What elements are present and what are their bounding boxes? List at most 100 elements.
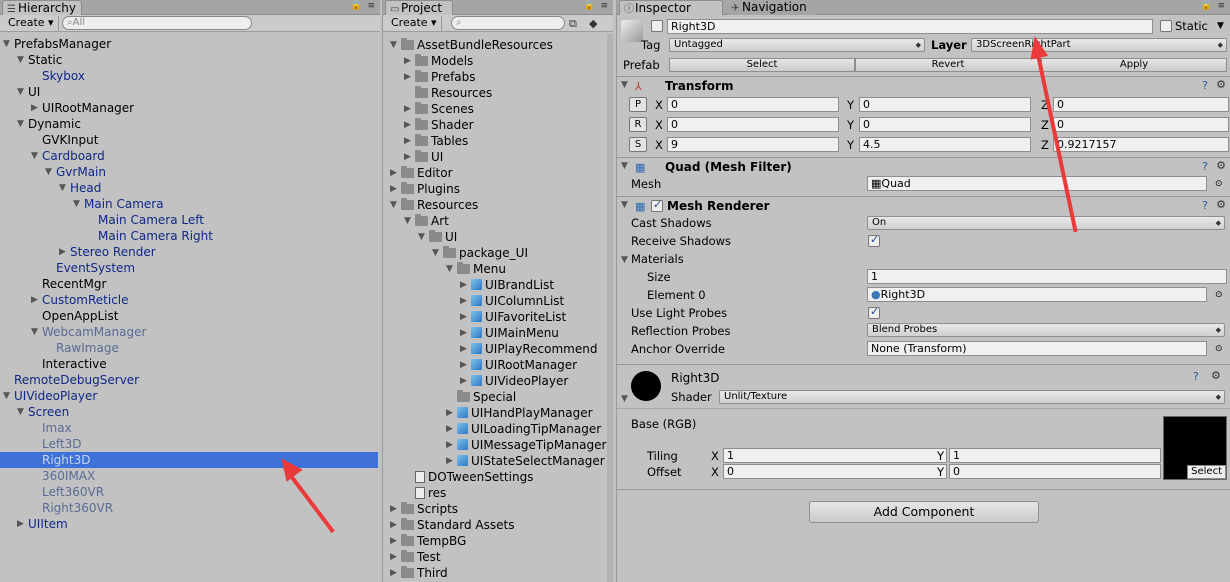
hierarchy-item[interactable]: ▼ Main Camera <box>73 196 164 212</box>
texture-slot[interactable]: Select <box>1163 416 1227 480</box>
foldout-icon[interactable]: ▼ <box>621 200 628 210</box>
project-item[interactable]: DOTweenSettings <box>415 469 533 485</box>
hierarchy-item[interactable]: Main Camera Right <box>98 228 213 244</box>
help-icon[interactable]: ? <box>1202 160 1208 173</box>
project-item[interactable]: ▶ Plugins <box>390 181 460 197</box>
hierarchy-item[interactable]: ▶ UIItem <box>17 516 68 532</box>
foldout-icon[interactable]: ▼ <box>621 80 628 90</box>
offset-y-field[interactable]: 0 <box>949 464 1161 479</box>
project-item[interactable]: ▶ Test <box>390 549 441 565</box>
expanded-arrow-icon[interactable]: ▼ <box>3 388 10 404</box>
project-item[interactable]: ▶ UIRootManager <box>460 357 577 373</box>
collapsed-arrow-icon[interactable]: ▶ <box>460 293 467 309</box>
help-icon[interactable]: ? <box>1202 79 1208 92</box>
hierarchy-item[interactable]: ▼ Dynamic <box>17 116 81 132</box>
hierarchy-item[interactable]: OpenAppList <box>42 308 118 324</box>
hierarchy-item[interactable]: ▶ Stereo Render <box>59 244 156 260</box>
collapsed-arrow-icon[interactable]: ▶ <box>390 549 397 565</box>
materials-foldout-icon[interactable]: ▼ <box>621 255 628 265</box>
expanded-arrow-icon[interactable]: ▼ <box>3 36 10 52</box>
search-input[interactable]: ⌕All <box>62 16 252 30</box>
expanded-arrow-icon[interactable]: ▼ <box>17 84 24 100</box>
object-picker-icon[interactable]: ⊙ <box>1215 177 1223 191</box>
anchor-override-field[interactable]: None (Transform) <box>867 341 1207 356</box>
hierarchy-item[interactable]: RawImage <box>56 340 119 356</box>
collapsed-arrow-icon[interactable]: ▶ <box>404 117 411 133</box>
receive-shadows-checkbox[interactable] <box>868 233 880 247</box>
rotation-y-field[interactable]: 0 <box>859 117 1031 132</box>
expanded-arrow-icon[interactable]: ▼ <box>17 52 24 68</box>
collapsed-arrow-icon[interactable]: ▶ <box>460 373 467 389</box>
hierarchy-item[interactable]: Main Camera Left <box>98 212 204 228</box>
collapsed-arrow-icon[interactable]: ▶ <box>31 100 38 116</box>
project-item[interactable]: ▶ Standard Assets <box>390 517 514 533</box>
menu-icon[interactable]: ≡ <box>600 1 608 11</box>
position-z-field[interactable]: 0 <box>1053 97 1229 112</box>
expanded-arrow-icon[interactable]: ▼ <box>446 261 453 277</box>
project-item[interactable]: ▶ Third <box>390 565 448 581</box>
hierarchy-item[interactable]: ▼ PrefabsManager <box>3 36 111 52</box>
collapsed-arrow-icon[interactable]: ▶ <box>404 133 411 149</box>
hierarchy-item[interactable]: ▼ Screen <box>17 404 69 420</box>
object-picker-icon[interactable]: ⊙ <box>1215 342 1223 356</box>
project-item[interactable]: ▶ UIVideoPlayer <box>460 373 568 389</box>
foldout-icon[interactable]: ▼ <box>621 161 628 171</box>
scale-z-field[interactable]: 0.9217157 <box>1053 137 1229 152</box>
prefab-select-button[interactable]: Select <box>669 58 855 72</box>
scale-x-field[interactable]: 9 <box>667 137 839 152</box>
tiling-x-field[interactable]: 1 <box>723 448 947 463</box>
lock-icon[interactable]: 🔒 <box>351 1 362 11</box>
project-item[interactable]: ▼ Menu <box>446 261 506 277</box>
project-item[interactable]: ▶ UILoadingTipManager <box>446 421 601 437</box>
tab-project[interactable]: ▭ Project <box>385 0 453 15</box>
light-probes-checkbox[interactable] <box>868 305 880 319</box>
hierarchy-item[interactable]: Left360VR <box>42 484 104 500</box>
collapsed-arrow-icon[interactable]: ▶ <box>390 565 397 581</box>
collapsed-arrow-icon[interactable]: ▶ <box>404 69 411 85</box>
project-item[interactable]: ▶ Models <box>404 53 473 69</box>
hierarchy-item[interactable]: ▼ Cardboard <box>31 148 105 164</box>
expanded-arrow-icon[interactable]: ▼ <box>418 229 425 245</box>
collapsed-arrow-icon[interactable]: ▶ <box>460 341 467 357</box>
project-item[interactable]: ▶ UIPlayRecommend <box>460 341 597 357</box>
rotation-x-field[interactable]: 0 <box>667 117 839 132</box>
search-input[interactable]: ⌕ <box>451 16 565 30</box>
project-item[interactable]: ▶ UIMainMenu <box>460 325 559 341</box>
static-checkbox[interactable] <box>1160 20 1172 32</box>
hierarchy-item[interactable]: RemoteDebugServer <box>14 372 139 388</box>
rotation-z-field[interactable]: 0 <box>1053 117 1229 132</box>
project-item[interactable]: ▶ UIMessageTipManager <box>446 437 606 453</box>
project-item[interactable]: ▶ TempBG <box>390 533 466 549</box>
hierarchy-item[interactable]: ▼ UI <box>17 84 40 100</box>
gear-icon[interactable]: ⚙ <box>1216 159 1226 172</box>
collapsed-arrow-icon[interactable]: ▶ <box>460 357 467 373</box>
gear-icon[interactable]: ⚙ <box>1211 369 1221 382</box>
mesh-field[interactable]: ▦Quad <box>867 176 1207 191</box>
collapsed-arrow-icon[interactable]: ▶ <box>460 277 467 293</box>
add-component-button[interactable]: Add Component <box>809 501 1039 523</box>
name-field[interactable]: Right3D <box>667 19 1153 34</box>
element0-field[interactable]: ●Right3D <box>867 287 1207 302</box>
project-item[interactable]: ▼ UI <box>418 229 457 245</box>
collapsed-arrow-icon[interactable]: ▶ <box>31 292 38 308</box>
project-item[interactable]: ▼ Art <box>404 213 449 229</box>
collapsed-arrow-icon[interactable]: ▶ <box>390 181 397 197</box>
project-item[interactable]: ▶ UIHandPlayManager <box>446 405 593 421</box>
collapsed-arrow-icon[interactable]: ▶ <box>390 501 397 517</box>
project-item[interactable]: ▶ UIStateSelectManager <box>446 453 605 469</box>
collapsed-arrow-icon[interactable]: ▶ <box>404 101 411 117</box>
expanded-arrow-icon[interactable]: ▼ <box>404 213 411 229</box>
material-foldout-icon[interactable]: ▼ <box>621 394 628 404</box>
collapsed-arrow-icon[interactable]: ▶ <box>404 53 411 69</box>
hierarchy-item[interactable]: Left3D <box>42 436 81 452</box>
project-scrollbar[interactable] <box>607 34 613 582</box>
scale-y-field[interactable]: 4.5 <box>859 137 1031 152</box>
hierarchy-item[interactable]: ▼ GvrMain <box>45 164 106 180</box>
position-reset-button[interactable]: P <box>629 97 647 112</box>
project-item[interactable]: res <box>415 485 446 501</box>
layer-dropdown[interactable]: 3DScreenRightPart <box>971 38 1227 52</box>
rotation-reset-button[interactable]: R <box>629 117 647 132</box>
shader-dropdown[interactable]: Unlit/Texture <box>719 390 1225 404</box>
position-x-field[interactable]: 0 <box>667 97 839 112</box>
collapsed-arrow-icon[interactable]: ▶ <box>390 517 397 533</box>
